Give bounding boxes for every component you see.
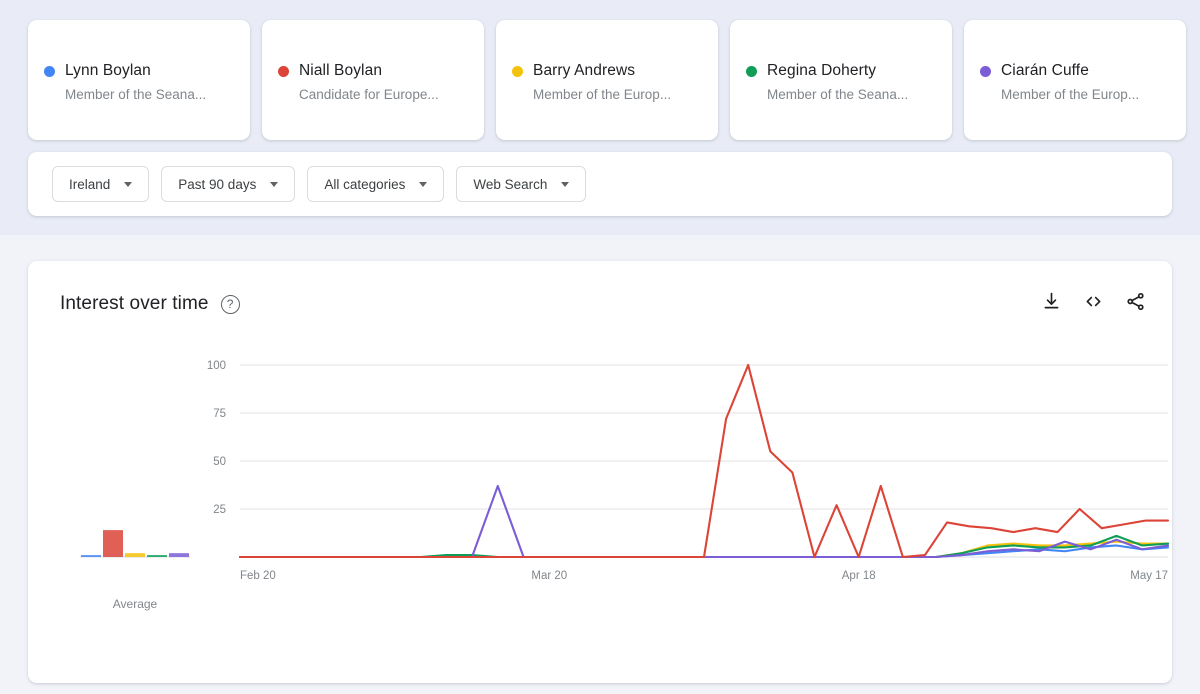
average-bar xyxy=(125,553,145,557)
filter-chip-label: All categories xyxy=(324,176,406,192)
page-title: Interest over time xyxy=(60,293,209,314)
interest-over-time-card: Interest over time ? 25 50 75 100 Feb 20… xyxy=(28,261,1172,683)
entity-title-row: Ciarán Cuffe xyxy=(980,62,1170,80)
entity-name: Barry Andrews xyxy=(533,62,636,79)
series-color-dot xyxy=(512,65,523,77)
svg-text:100: 100 xyxy=(207,360,226,372)
entity-title-row: Barry Andrews xyxy=(512,62,702,80)
svg-text:50: 50 xyxy=(213,456,226,468)
entity-title-row: Regina Doherty xyxy=(746,62,936,80)
svg-text:Apr 18: Apr 18 xyxy=(842,570,876,582)
filter-chip-label: Web Search xyxy=(473,176,548,192)
entity-description: Candidate for Europe... xyxy=(299,87,439,102)
chevron-down-icon xyxy=(419,181,428,187)
entity-name: Niall Boylan xyxy=(299,62,383,79)
average-bar xyxy=(169,553,189,557)
trends-page: Lynn Boylan Member of the Seana... Niall B… xyxy=(0,0,1200,694)
entity-description: Member of the Seana... xyxy=(767,87,909,102)
svg-text:25: 25 xyxy=(213,504,226,516)
series-color-dot xyxy=(44,65,55,77)
help-icon[interactable]: ? xyxy=(220,294,240,314)
entity-description: Member of the Seana... xyxy=(65,87,207,102)
entity-name: Regina Doherty xyxy=(767,62,877,79)
entity-card[interactable]: Barry Andrews Member of the Europ... xyxy=(496,20,718,140)
entity-card[interactable]: Regina Doherty Member of the Seana... xyxy=(730,20,952,140)
entity-card[interactable]: Niall Boylan Candidate for Europe... xyxy=(262,20,484,140)
embed-icon[interactable] xyxy=(1082,291,1105,317)
chevron-down-icon xyxy=(561,181,570,187)
average-label: Average xyxy=(112,597,158,611)
average-bar xyxy=(147,555,167,557)
chart-header: Interest over time ? xyxy=(60,291,1146,317)
filter-chip-label: Ireland xyxy=(69,176,111,192)
svg-text:Mar 20: Mar 20 xyxy=(531,570,567,582)
entity-description: Member of the Europ... xyxy=(1001,87,1140,102)
share-icon[interactable] xyxy=(1125,291,1146,317)
filter-chip-past-90-days[interactable]: Past 90 days xyxy=(161,166,296,202)
chart-plot-area: 25 50 75 100 Feb 20 Mar 20 Apr 18 May 17 Averag… xyxy=(28,345,1172,645)
series-color-dot xyxy=(980,65,991,77)
svg-text:May 17: May 17 xyxy=(1130,570,1168,582)
svg-text:Feb 20: Feb 20 xyxy=(240,570,276,582)
entity-title-row: Lynn Boylan xyxy=(44,62,234,80)
entity-name: Ciarán Cuffe xyxy=(1001,62,1089,79)
filter-chip-all-categories[interactable]: All categories xyxy=(307,166,445,202)
interest-over-time-chart[interactable]: 25 50 75 100 Feb 20 Mar 20 Apr 18 May 17 xyxy=(28,345,1172,645)
filter-chip-label: Past 90 days xyxy=(178,176,257,192)
series-color-dot xyxy=(746,65,757,77)
entity-card[interactable]: Ciarán Cuffe Member of the Europ... xyxy=(964,20,1186,140)
download-icon[interactable] xyxy=(1041,291,1062,317)
filter-chip-web-search[interactable]: Web Search xyxy=(456,166,587,202)
entity-card[interactable]: Lynn Boylan Member of the Seana... xyxy=(28,20,250,140)
average-bar xyxy=(81,555,101,557)
filter-chip-ireland[interactable]: Ireland xyxy=(52,166,150,202)
chart-actions xyxy=(1041,291,1146,317)
svg-text:75: 75 xyxy=(213,408,226,420)
filter-bar: Ireland Past 90 days All categories Web Sea… xyxy=(28,152,1172,216)
chevron-down-icon xyxy=(124,181,133,187)
chevron-down-icon xyxy=(270,181,279,187)
entity-name: Lynn Boylan xyxy=(65,62,151,79)
average-bar xyxy=(103,530,123,557)
chart-title-wrap: Interest over time ? xyxy=(60,293,240,315)
entity-cards-row: Lynn Boylan Member of the Seana... Niall B… xyxy=(28,20,1186,140)
entity-title-row: Niall Boylan xyxy=(278,62,468,80)
entity-description: Member of the Europ... xyxy=(533,87,672,102)
series-color-dot xyxy=(278,65,289,77)
